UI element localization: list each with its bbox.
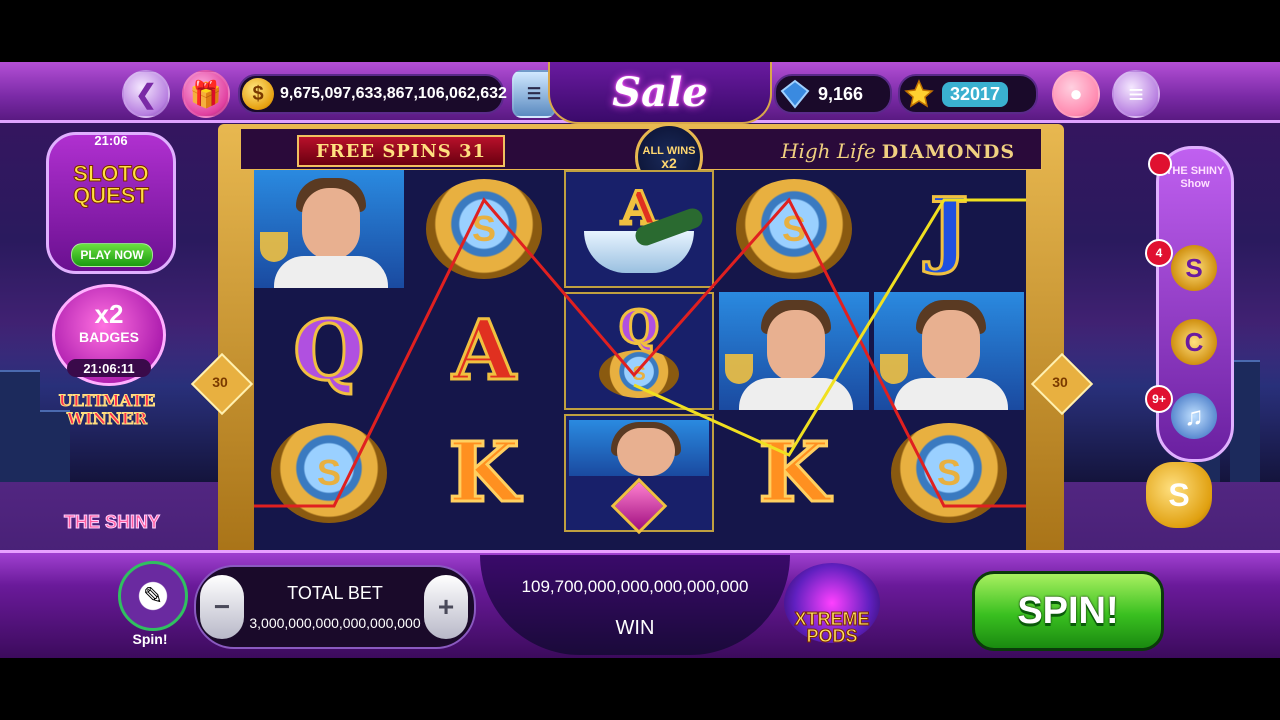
win-label: WIN bbox=[615, 617, 655, 639]
star-icon bbox=[904, 79, 934, 108]
gift-button[interactable]: 🎁 bbox=[182, 70, 230, 118]
notification-badge: 9+ bbox=[1145, 385, 1173, 413]
s-coin-icon[interactable]: S bbox=[1171, 245, 1217, 291]
decrease-bet-button[interactable]: − bbox=[200, 575, 244, 639]
daily-spin-label: Spin! bbox=[132, 631, 168, 647]
coin-balance-value: 9,675,097,633,867,106,062,632 bbox=[280, 85, 507, 102]
megaphone-icon[interactable]: ♫ bbox=[1171, 393, 1217, 439]
minus-icon: − bbox=[213, 591, 231, 622]
paylines-left-value: 30 bbox=[212, 374, 228, 390]
back-button[interactable]: ❮ bbox=[122, 70, 170, 118]
money-bag-icon[interactable]: S bbox=[1146, 462, 1212, 528]
bottom-bar: ✎ Spin! − TOTAL BET 3,000,000,000,000,00… bbox=[0, 550, 1280, 658]
x2-badges-widget[interactable]: x2 BADGES 21:06:11 bbox=[52, 284, 166, 386]
win-display: 109,700,000,000,000,000,000 WIN bbox=[480, 555, 790, 655]
chevron-left-icon: ❮ bbox=[135, 78, 157, 109]
hamburger-menu-icon: ≡ bbox=[1128, 78, 1144, 109]
badges-label: BADGES bbox=[79, 329, 139, 345]
free-spins-counter: FREE SPINS 31 bbox=[297, 135, 505, 167]
total-bet-label: TOTAL BET bbox=[287, 583, 383, 603]
paylines-right-value: 30 bbox=[1052, 374, 1068, 390]
quest-timer: 21:06 bbox=[94, 133, 128, 148]
shiny-show-panel[interactable]: THE SHINY Show S 4 C ♫ 9+ bbox=[1145, 146, 1234, 462]
piggy-bank-icon: ● bbox=[1069, 81, 1083, 106]
paylines bbox=[254, 197, 1026, 508]
shiny-show-title: THE SHINY Show bbox=[1165, 165, 1225, 190]
gem-balance[interactable]: 9,166 bbox=[774, 74, 892, 114]
sale-button[interactable]: Sale bbox=[548, 62, 772, 124]
daily-spin-button[interactable]: ✎ bbox=[118, 561, 188, 631]
sloto-quest-widget[interactable]: 21:06 SLOTO QUEST PLAY NOW bbox=[46, 132, 176, 274]
badges-multiplier: x2 bbox=[94, 299, 124, 329]
game-stage: ❮ 🎁 $ 9,675,097,633,867,106,062,632 ☰ Sa… bbox=[0, 62, 1280, 658]
plus-icon: + bbox=[437, 591, 455, 622]
the-shiny-logo[interactable]: THE SHINY bbox=[56, 512, 168, 552]
gem-balance-value: 9,166 bbox=[818, 83, 864, 104]
game-title: High Life DIAMONDS bbox=[781, 139, 1015, 163]
star-balance-value: 32017 bbox=[942, 81, 1009, 107]
notification-badge: 4 bbox=[1145, 239, 1173, 267]
menu-button[interactable]: ≡ bbox=[1112, 70, 1160, 118]
slot-machine-icon: ☰ bbox=[526, 86, 542, 103]
coin-balance[interactable]: $ 9,675,097,633,867,106,062,632 bbox=[238, 74, 507, 114]
game-title-script: High Life bbox=[781, 139, 876, 163]
reel-grid: S A S J Q A Q S S K K S bbox=[254, 170, 1026, 610]
total-bet-control: − TOTAL BET 3,000,000,000,000,000,000 + bbox=[194, 565, 476, 649]
game-title-caps: DIAMONDS bbox=[881, 141, 1016, 163]
play-now-button[interactable]: PLAY NOW bbox=[71, 243, 153, 267]
gift-icon: 🎁 bbox=[189, 78, 223, 109]
coin-icon: $ bbox=[242, 78, 274, 110]
diamond-icon bbox=[780, 79, 810, 109]
increase-bet-button[interactable]: + bbox=[424, 575, 468, 639]
sale-label: Sale bbox=[612, 68, 708, 116]
notepad-icon: ✎ bbox=[142, 582, 164, 610]
xtreme-pods-label: XTREME PODS bbox=[794, 609, 870, 646]
reel-header: FREE SPINS 31 ALL WINS x2 High Life DIAMO… bbox=[240, 123, 1042, 191]
winning-payline-yellow bbox=[633, 198, 1026, 457]
red-dot-indicator bbox=[1148, 152, 1172, 176]
spin-button[interactable]: SPIN! bbox=[972, 571, 1164, 651]
top-bar: ❮ 🎁 $ 9,675,097,633,867,106,062,632 ☰ Sa… bbox=[0, 62, 1280, 124]
all-wins-multiplier: x2 bbox=[661, 155, 677, 171]
winning-payline-red bbox=[254, 197, 1026, 508]
sloto-quest-logo: SLOTO QUEST bbox=[73, 161, 150, 208]
xtreme-pods-button[interactable]: XTREME PODS bbox=[784, 563, 880, 646]
piggy-bank-button[interactable]: ● bbox=[1052, 70, 1100, 118]
star-balance[interactable]: 32017 bbox=[898, 74, 1038, 114]
badges-timer: 21:06:11 bbox=[67, 359, 151, 377]
reel-frame: FREE SPINS 31 ALL WINS x2 High Life DIAMO… bbox=[190, 123, 1094, 614]
c-coin-icon[interactable]: C bbox=[1171, 319, 1217, 365]
win-value: 109,700,000,000,000,000,000 bbox=[521, 577, 749, 596]
ultimate-winner-logo[interactable]: ULTIMATE WINNER bbox=[52, 391, 162, 458]
total-bet-value: 3,000,000,000,000,000,000 bbox=[249, 615, 421, 631]
